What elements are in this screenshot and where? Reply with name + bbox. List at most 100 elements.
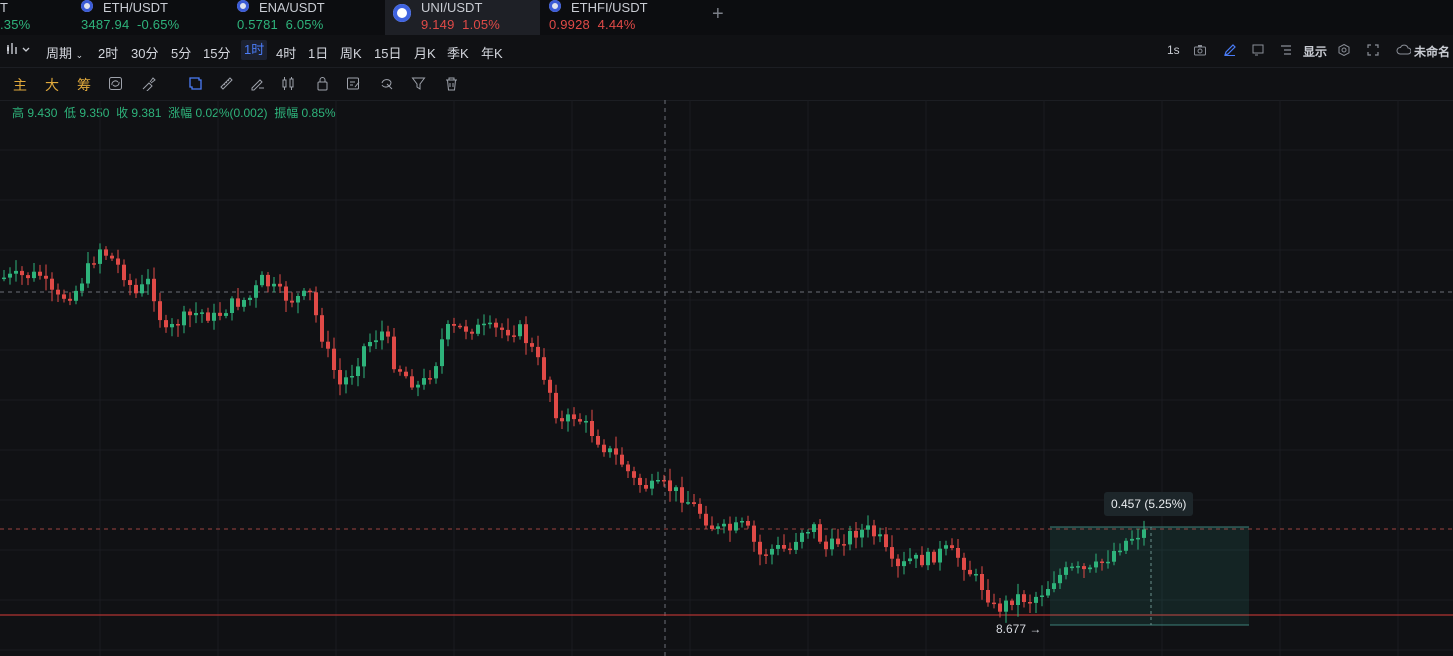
- candle-body: [224, 313, 228, 316]
- interval-1d[interactable]: 1日: [308, 43, 328, 62]
- candle-body: [284, 286, 288, 301]
- candle-body: [644, 485, 648, 489]
- filter-icon[interactable]: [411, 76, 426, 91]
- list-icon[interactable]: [1280, 44, 1292, 56]
- candle-body: [896, 558, 900, 567]
- candle-body: [506, 329, 510, 336]
- add-tab-button[interactable]: +: [712, 3, 724, 26]
- candle-body: [434, 366, 438, 379]
- candle-body: [272, 283, 276, 287]
- interval-2h[interactable]: 2时: [98, 43, 118, 62]
- rectangle-icon[interactable]: [1252, 44, 1264, 56]
- candle-body: [242, 300, 246, 307]
- trash-icon[interactable]: [444, 76, 459, 91]
- fullscreen-icon[interactable]: [1367, 44, 1379, 56]
- candle-body: [182, 311, 186, 326]
- low-price-label: 8.677 →: [996, 622, 1042, 636]
- candle-body: [206, 312, 210, 321]
- draw-line-icon[interactable]: [250, 76, 265, 91]
- candle-body: [266, 274, 270, 287]
- cloud-icon[interactable]: [1396, 44, 1411, 56]
- select-box-icon[interactable]: [188, 76, 203, 91]
- candle-body: [152, 278, 156, 302]
- indicator-large[interactable]: 大: [45, 75, 59, 95]
- candle-body: [212, 312, 216, 321]
- magnet-icon[interactable]: [379, 76, 394, 91]
- candle-body: [380, 331, 384, 341]
- refresh-rate[interactable]: 1s: [1167, 43, 1180, 57]
- candle-body: [680, 487, 684, 503]
- candles-icon[interactable]: [281, 76, 296, 91]
- interval-5m[interactable]: 5分: [171, 43, 191, 62]
- interval-year[interactable]: 年K: [481, 43, 503, 62]
- candle-body: [554, 392, 558, 419]
- candle-body: [1142, 529, 1146, 538]
- candle-body: [230, 298, 234, 313]
- ticker-tab-uni[interactable]: UNI/USDT 9.149 1.05%: [385, 0, 540, 35]
- candlestick-chart[interactable]: [0, 100, 1453, 656]
- display-label[interactable]: 显示: [1303, 43, 1327, 60]
- candle-body: [26, 275, 30, 279]
- interval-4h[interactable]: 4时: [276, 43, 296, 62]
- candle-body: [494, 322, 498, 328]
- candle-body: [368, 342, 372, 347]
- candle-body: [764, 554, 768, 556]
- ticker-tab-eth[interactable]: ETH/USDT 3487.94 -0.65%: [81, 0, 231, 35]
- drawing-toolbar: 主 大 筹: [0, 67, 1453, 101]
- candle-body: [170, 324, 174, 328]
- interval-quarter[interactable]: 季K: [447, 43, 469, 62]
- candle-body: [362, 346, 366, 367]
- candle-body: [740, 521, 744, 523]
- candle-body: [290, 300, 294, 303]
- interval-1w[interactable]: 周K: [340, 43, 362, 62]
- candle-body: [428, 378, 432, 380]
- candle-body: [902, 561, 906, 567]
- interval-15d[interactable]: 15日: [374, 43, 401, 62]
- period-label: 周期: [46, 46, 73, 61]
- interval-30m[interactable]: 30分: [131, 43, 158, 62]
- candle-body: [1004, 600, 1008, 612]
- ticker-symbol: ETH/USDT: [103, 0, 168, 15]
- candle-body: [950, 545, 954, 548]
- layout-name[interactable]: 未命名: [1414, 43, 1450, 60]
- settings-icon[interactable]: [1338, 44, 1350, 56]
- camera-icon[interactable]: [1194, 44, 1206, 56]
- ticker-tab-ethfi[interactable]: ETHFI/USDT 0.9928 4.44%: [549, 0, 699, 35]
- indicator-brush-icon[interactable]: [141, 76, 156, 91]
- candle-body: [788, 548, 792, 551]
- candle-body: [836, 538, 840, 545]
- candle-body: [416, 384, 420, 388]
- ruler-icon[interactable]: [219, 76, 234, 91]
- period-dropdown[interactable]: 周期 ⌄: [46, 43, 83, 62]
- candle-body: [188, 311, 192, 316]
- candle-body: [62, 294, 66, 299]
- candle-body: [140, 284, 144, 294]
- interval-1mo[interactable]: 月K: [414, 43, 436, 62]
- candle-body: [1040, 595, 1044, 597]
- candle-body: [200, 312, 204, 314]
- pencil-icon[interactable]: [1224, 44, 1236, 56]
- ticker-tab-ena[interactable]: ENA/USDT 0.5781 6.05%: [237, 0, 382, 35]
- ticker-tab-partial[interactable]: T .35%: [0, 0, 70, 35]
- candle-body: [998, 603, 1002, 612]
- candle-body: [746, 521, 750, 526]
- candle-body: [914, 554, 918, 559]
- edit-note-icon[interactable]: [346, 76, 361, 91]
- chart-type-icon[interactable]: [6, 42, 32, 59]
- candle-body: [1034, 596, 1038, 603]
- candle-body: [446, 324, 450, 340]
- indicator-chips[interactable]: 筹: [77, 75, 91, 95]
- interval-15m[interactable]: 15分: [203, 43, 230, 62]
- candle-body: [860, 529, 864, 538]
- candle-body: [338, 370, 342, 385]
- interval-1h[interactable]: 1时: [241, 40, 268, 60]
- indicator-main[interactable]: 主: [13, 75, 27, 95]
- sync-icon[interactable]: [108, 76, 123, 91]
- ticker-symbol: ENA/USDT: [259, 0, 325, 15]
- candle-body: [686, 502, 690, 504]
- chevron-down-icon: ⌄: [75, 50, 84, 60]
- candle-body: [422, 378, 426, 385]
- lock-icon[interactable]: [315, 76, 330, 91]
- candle-body: [806, 532, 810, 534]
- candle-body: [662, 480, 666, 482]
